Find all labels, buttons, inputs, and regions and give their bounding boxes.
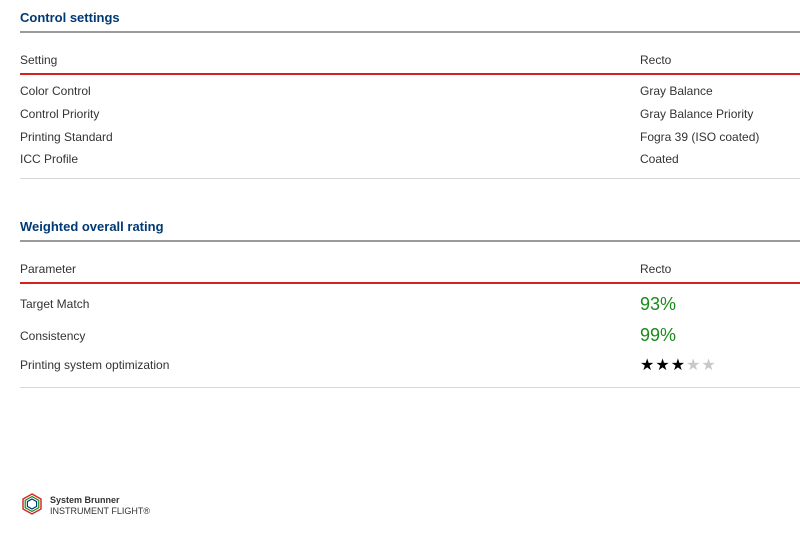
footer-logo: System Brunner INSTRUMENT FLIGHT® (20, 492, 150, 519)
table-row: ICC ProfileCoated (20, 148, 800, 178)
overall-rating-table: Parameter Recto Target Match93%Consisten… (20, 256, 800, 388)
recto-value-cell: ★★★★★ (640, 352, 800, 388)
parameter-cell: Target Match (20, 283, 640, 320)
table-row: Color ControlGray Balance (20, 74, 800, 103)
recto-cell: Coated (640, 148, 800, 178)
overall-rating-section: Weighted overall rating Parameter Recto … (20, 219, 800, 388)
control-settings-table: Setting Recto Color ControlGray BalanceC… (20, 47, 800, 179)
col-header-setting: Setting (20, 47, 640, 74)
col-header-recto: Recto (640, 47, 800, 74)
footer-line1: System Brunner (50, 495, 120, 505)
star-filled-icon: ★ (655, 357, 670, 374)
control-settings-section: Control settings Setting Recto Color Con… (20, 10, 800, 179)
star-filled-icon: ★ (671, 357, 686, 374)
table-row: Target Match93% (20, 283, 800, 320)
setting-cell: Printing Standard (20, 126, 640, 149)
recto-cell: Gray Balance (640, 74, 800, 103)
recto-value-cell: 99% (640, 320, 800, 351)
footer-text: System Brunner INSTRUMENT FLIGHT® (50, 495, 150, 517)
footer-line2: INSTRUMENT FLIGHT® (50, 506, 150, 516)
setting-cell: ICC Profile (20, 148, 640, 178)
recto-cell: Fogra 39 (ISO coated) (640, 126, 800, 149)
parameter-cell: Consistency (20, 320, 640, 351)
col-header-recto-2: Recto (640, 256, 800, 283)
star-empty-icon: ★ (686, 357, 701, 374)
hexagon-logo-icon (20, 492, 44, 519)
table-row: Control PriorityGray Balance Priority (20, 103, 800, 126)
setting-cell: Control Priority (20, 103, 640, 126)
table-row: Consistency99% (20, 320, 800, 351)
table-row: Printing StandardFogra 39 (ISO coated) (20, 126, 800, 149)
recto-value-cell: 93% (640, 283, 800, 320)
star-empty-icon: ★ (701, 357, 716, 374)
setting-cell: Color Control (20, 74, 640, 103)
recto-cell: Gray Balance Priority (640, 103, 800, 126)
col-header-parameter: Parameter (20, 256, 640, 283)
star-filled-icon: ★ (640, 357, 655, 374)
overall-rating-title: Weighted overall rating (20, 219, 800, 242)
star-rating: ★★★★★ (640, 357, 717, 374)
table-row: Printing system optimization★★★★★ (20, 352, 800, 388)
parameter-cell: Printing system optimization (20, 352, 640, 388)
control-settings-title: Control settings (20, 10, 800, 33)
